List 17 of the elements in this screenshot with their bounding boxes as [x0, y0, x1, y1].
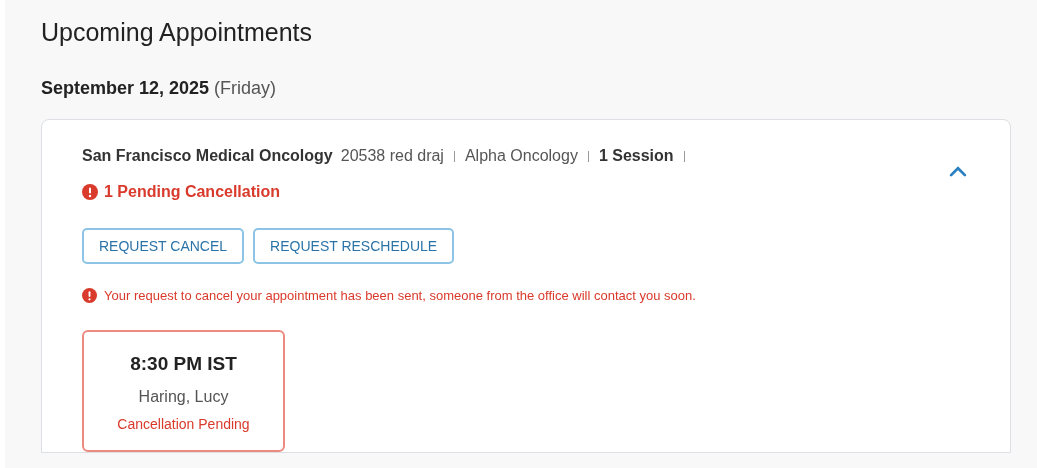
alert-icon	[82, 288, 97, 304]
session-count: 1 Session	[598, 146, 674, 166]
clinic-name: San Francisco Medical Oncology	[82, 146, 333, 166]
appointment-detail: Alpha Oncology	[464, 146, 578, 166]
request-button[interactable]: REQUEST CANCEL	[82, 228, 245, 264]
page-title: Upcoming Appointments	[41, 17, 313, 48]
time-slot-card[interactable]: 8:30 PM IST Haring, Lucy Cancellation Pending	[82, 329, 285, 452]
request-button[interactable]: REQUEST RESCHEDULE	[253, 228, 455, 264]
pending-cancellation-label: 1 Pending Cancellation	[104, 182, 281, 202]
slot-time: 8:30 PM IST	[130, 351, 237, 376]
slot-status: Cancellation Pending	[117, 415, 250, 434]
alert-icon	[82, 184, 98, 200]
appointment-detail: 20538 red draj	[340, 146, 444, 166]
cancel-notice: Your request to cancel your appointment has been sent, someone from the office will contact you soon.	[104, 287, 696, 305]
date-heading: September 12, 2025	[41, 77, 210, 100]
weekday-label: (Friday)	[214, 77, 277, 100]
provider-name: Haring, Lucy	[138, 387, 229, 407]
